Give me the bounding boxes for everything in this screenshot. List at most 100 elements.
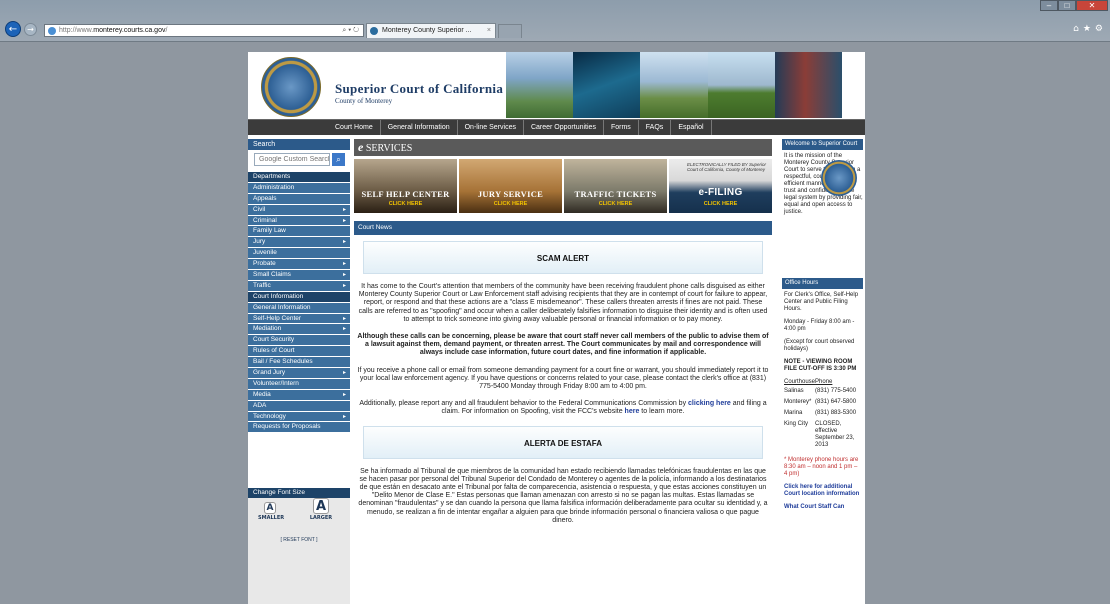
nav-faqs[interactable]: FAQs <box>639 120 672 135</box>
address-domain: monterey.courts.ca.gov <box>93 27 166 34</box>
alerta-paragraph-1: Se ha informado al Tribunal de que miemb… <box>358 467 768 524</box>
tile-self-help-center[interactable]: SELF HELP CENTER CLICK HERE <box>354 159 457 213</box>
sidebar-item[interactable]: Civil ▸ <box>248 204 350 216</box>
tile-title: e-FILING <box>698 187 743 198</box>
monterey-footnote: * Monterey phone hours are 8:30 am – noo… <box>784 457 859 477</box>
court-seal-small-logo <box>821 160 857 196</box>
tile-click-here: CLICK HERE <box>493 201 528 207</box>
sidebar-item[interactable]: Rules of Court <box>248 346 350 358</box>
sidebar-item[interactable]: Small Claims ▸ <box>248 270 350 281</box>
phone-table: Courthouse Phone Salinas (831) 775-5400 Mo… <box>784 379 862 453</box>
chevron-right-icon: ▸ <box>342 413 346 420</box>
sidebar-item-label: Grand Jury <box>253 369 286 377</box>
sidebar-item-label: Volunteer/Intern <box>253 379 299 387</box>
sidebar-item[interactable]: Volunteer/Intern <box>248 378 350 390</box>
smaller-font-button[interactable]: A SMALLER <box>258 502 284 521</box>
nav-forms[interactable]: Forms <box>604 120 639 135</box>
sidebar-item-label: Mediation <box>253 325 282 333</box>
sidebar-item[interactable]: Appeals <box>248 193 350 205</box>
sidebar-item[interactable]: Departments <box>248 172 350 183</box>
address-prefix: http://www. <box>59 27 94 34</box>
address-bar[interactable]: http://www.monterey.courts.ca.gov/ ⌕ ▾ ↻ <box>44 24 364 37</box>
back-button[interactable]: ← <box>5 21 21 37</box>
close-window-button[interactable]: ✕ <box>1076 0 1108 11</box>
sidebar-item-label: Jury <box>253 238 266 246</box>
reset-font-link[interactable]: [ RESET FONT ] <box>248 537 350 543</box>
court-location-link[interactable]: Click here for additional Court location… <box>784 484 861 498</box>
browser-tab[interactable]: Monterey County Superior ... × <box>366 23 496 38</box>
sidebar-item[interactable]: Criminal ▸ <box>248 215 350 227</box>
sidebar-item[interactable]: Media ▸ <box>248 389 350 401</box>
scam-p4-text-a: Additionally, please report any and all … <box>359 400 687 408</box>
address-suffix: / <box>165 27 168 34</box>
sidebar-item[interactable]: General Information <box>248 302 350 314</box>
phone-place: Salinas <box>784 388 804 394</box>
nav-online-services[interactable]: On-line Services <box>458 120 524 135</box>
tile-e-filing[interactable]: ELECTRONICALLY FILED BY Superior Court o… <box>669 159 772 213</box>
court-staff-link[interactable]: What Court Staff Can <box>784 504 861 511</box>
chevron-right-icon: ▸ <box>342 326 346 333</box>
sidebar-item[interactable]: Self-Help Center ▸ <box>248 313 350 325</box>
table-row: Marina (831) 883-5300 <box>784 410 862 421</box>
sidebar-item[interactable]: Requests for Proposals <box>248 422 350 434</box>
sidebar-item-label: Court Security <box>253 336 295 344</box>
sidebar-item[interactable]: Traffic ▸ <box>248 280 350 292</box>
sidebar-item[interactable]: Bail / Fee Schedules <box>248 357 350 369</box>
left-sidebar: Search ⌕ Departments Administration Appeal… <box>248 139 350 604</box>
court-news-header: Court News <box>354 221 772 235</box>
nav-espanol[interactable]: Español <box>671 120 712 135</box>
nav-general-information[interactable]: General Information <box>381 120 458 135</box>
sidebar-item-label: Technology <box>253 412 286 420</box>
phone-place: King City <box>784 421 809 427</box>
tile-traffic-tickets[interactable]: TRAFFIC TICKETS CLICK HERE <box>564 159 667 213</box>
phone-place: Marina <box>784 410 803 416</box>
sidebar-item-label: Civil <box>253 205 266 213</box>
office-hours-header: Office Hours <box>782 278 863 289</box>
new-tab-button[interactable] <box>498 24 522 38</box>
sidebar-item-label: Bail / Fee Schedules <box>253 358 313 366</box>
eservices-tiles: SELF HELP CENTER CLICK HERE JURY SERVICE… <box>354 156 772 214</box>
tile-jury-service[interactable]: JURY SERVICE CLICK HERE <box>459 159 562 213</box>
fcc-claim-link[interactable]: clicking here <box>688 400 731 407</box>
phone-number: (831) 647-5800 <box>815 399 857 405</box>
court-seal-logo[interactable] <box>261 57 321 117</box>
sidebar-item[interactable]: Court Information <box>248 291 350 303</box>
sidebar-item-label: Rules of Court <box>253 347 295 355</box>
home-favorites-settings-icons[interactable]: ⌂★⚙ <box>1073 24 1107 34</box>
maximize-button[interactable]: □ <box>1058 0 1076 11</box>
sidebar-item[interactable]: Juvenile <box>248 248 350 260</box>
table-row: Monterey* (831) 647-5800 <box>784 399 862 410</box>
sidebar-item[interactable]: Jury ▸ <box>248 237 350 249</box>
sidebar-item[interactable]: Grand Jury ▸ <box>248 368 350 379</box>
court-news-body: SCAM ALERT It has come to the Court's at… <box>354 235 772 595</box>
sidebar-item[interactable]: Administration <box>248 182 350 194</box>
phone-number: (831) 775-5400 <box>815 388 857 394</box>
sidebar-item[interactable]: Technology ▸ <box>248 411 350 423</box>
sidebar-item[interactable]: Mediation ▸ <box>248 324 350 336</box>
fcc-spoofing-link[interactable]: here <box>625 408 640 415</box>
search-button[interactable]: ⌕ <box>332 153 345 166</box>
site-banner: Superior Court of California County of M… <box>248 52 865 118</box>
welcome-header: Welcome to Superior Court <box>782 139 863 150</box>
larger-font-button[interactable]: A LARGER <box>308 498 334 521</box>
search-input[interactable] <box>254 153 330 166</box>
eservices-header: e SERVICES <box>354 139 772 156</box>
office-hours-intro: For Clerk's Office, Self-Help Center and… <box>784 292 859 312</box>
tab-close-icon[interactable]: × <box>487 24 491 38</box>
sidebar-item[interactable]: Probate ▸ <box>248 259 350 271</box>
alerta-title: ALERTA DE ESTAFA <box>363 425 763 459</box>
nav-career-opportunities[interactable]: Career Opportunities <box>524 120 604 135</box>
search-refresh-icons[interactable]: ⌕ ▾ ↻ <box>342 25 359 36</box>
sidebar-item-label: Family Law <box>253 227 286 235</box>
forward-button[interactable]: → <box>24 23 37 36</box>
viewing-room-note: NOTE - VIEWING ROOM FILE CUT-OFF IS 3:30… <box>784 359 857 372</box>
sidebar-item-label: Departments <box>253 173 291 180</box>
sidebar-item-label: General Information <box>253 303 311 311</box>
sidebar-item[interactable]: ADA <box>248 400 350 412</box>
sidebar-item[interactable]: Court Security <box>248 335 350 347</box>
nav-court-home[interactable]: Court Home <box>328 120 381 135</box>
sidebar-item[interactable]: Family Law <box>248 226 350 238</box>
office-hours-body: For Clerk's Office, Self-Help Center and… <box>782 289 863 520</box>
minimize-button[interactable]: – <box>1040 0 1058 11</box>
sidebar-item-label: Administration <box>253 183 295 191</box>
